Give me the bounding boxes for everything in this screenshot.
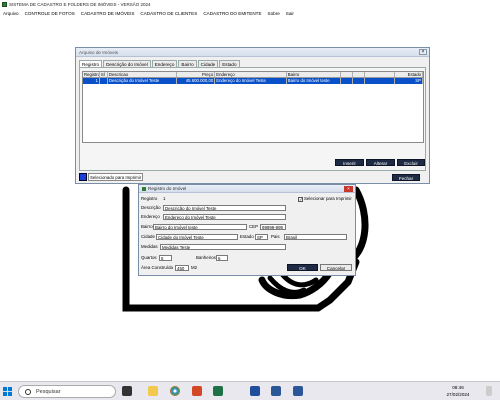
- area-unit-label: M2: [191, 265, 198, 270]
- banheiros-label: Banheiros: [196, 255, 216, 260]
- fechar-button[interactable]: Fechar: [392, 174, 420, 181]
- clock-date: 27/02/2024: [446, 392, 470, 397]
- col-extra-1[interactable]: [341, 72, 354, 77]
- registro-value: 1: [163, 196, 166, 201]
- estado-label: Estado: [240, 234, 254, 239]
- dialog-title: Registro do Imóvel: [148, 186, 187, 191]
- cell-preco: 45.600.000,00: [177, 78, 216, 84]
- selecionar-imprimir-label[interactable]: Selecionar para Imprimir: [304, 196, 352, 202]
- excluir-button[interactable]: Excluir: [397, 159, 425, 166]
- quartos-field[interactable]: 5: [159, 255, 172, 261]
- cidade-label: Cidade: [141, 234, 155, 239]
- selected-color-swatch: [79, 173, 87, 181]
- word-icon[interactable]: [293, 386, 303, 396]
- window-close-button[interactable]: ×: [419, 49, 427, 55]
- task-view-icon[interactable]: [122, 386, 132, 396]
- col-descricao[interactable]: Descricao: [108, 72, 178, 77]
- descricao-label: Descrição: [141, 205, 161, 210]
- selected-legend-label: Selecionado para Imprimir: [88, 173, 144, 181]
- pais-field[interactable]: Brasil: [284, 234, 347, 240]
- search-icon: [25, 389, 31, 395]
- col-preco[interactable]: Preço: [177, 72, 216, 77]
- banheiros-field[interactable]: 6: [216, 255, 228, 261]
- cancel-button[interactable]: Cancelar: [320, 264, 352, 271]
- registro-label: Registro: [141, 196, 158, 201]
- dialog-titlebar[interactable]: Registro do Imóvel: [139, 185, 355, 193]
- ok-button[interactable]: OK: [287, 264, 318, 271]
- bairro-label: Bairro: [141, 224, 153, 229]
- medidas-field[interactable]: Medidas Teste: [160, 244, 286, 250]
- alterar-button[interactable]: Alterar: [366, 159, 395, 166]
- cell-extra-3: [365, 78, 396, 84]
- imoveis-grid[interactable]: Registro Sl Descricao Preço Endereço Bai…: [82, 71, 424, 143]
- powerpoint-icon[interactable]: [192, 386, 202, 396]
- col-extra-2[interactable]: [353, 72, 366, 77]
- descricao-field[interactable]: Descrição do Imóvel Teste: [163, 205, 286, 211]
- clock-time: 08:46: [452, 385, 464, 390]
- taskbar-search-box[interactable]: Pesquisar: [18, 385, 116, 398]
- arquivo-imoveis-window: Arquivo de Imóveis × Registro Descrição …: [75, 47, 430, 184]
- area-construida-label: Área Construída: [141, 265, 173, 270]
- chrome-icon[interactable]: [170, 386, 180, 396]
- tab-panel: Registro Sl Descricao Preço Endereço Bai…: [79, 67, 426, 171]
- dialog-close-button[interactable]: ×: [344, 186, 353, 192]
- windows-start-icon[interactable]: [3, 387, 12, 396]
- bairro-field[interactable]: Bairro do Imóvel teste: [153, 224, 247, 230]
- col-sl[interactable]: Sl: [100, 72, 108, 77]
- taskbar: Pesquisar 08:46 27/02/2024: [0, 381, 500, 400]
- cell-extra-1: [341, 78, 354, 84]
- search-placeholder: Pesquisar: [36, 389, 61, 395]
- quartos-label: Quartos: [141, 255, 157, 260]
- cep-label: CEP: [249, 224, 259, 229]
- dialog-app-icon: [142, 186, 146, 191]
- cell-descricao: Descrição do Imóvel Teste: [108, 78, 178, 84]
- col-bairro[interactable]: Bairro: [287, 72, 342, 77]
- notifications-icon[interactable]: [486, 386, 492, 396]
- cell-estado: SP: [395, 78, 423, 84]
- excel-icon[interactable]: [213, 386, 223, 396]
- selecionar-imprimir-checkbox[interactable]: ✓: [298, 197, 303, 202]
- system-clock[interactable]: 08:46 27/02/2024: [438, 384, 478, 398]
- window-titlebar[interactable]: Arquivo de Imóveis: [76, 48, 429, 57]
- table-row[interactable]: 1 Descrição do Imóvel Teste 45.600.000,0…: [83, 78, 423, 84]
- estado-field[interactable]: SP: [255, 234, 268, 240]
- registro-imovel-dialog: Registro do Imóvel × Registro 1 ✓ Seleci…: [138, 184, 356, 276]
- app-icon[interactable]: [271, 386, 281, 396]
- cell-extra-2: [353, 78, 366, 84]
- window-title: Arquivo de Imóveis: [79, 49, 119, 55]
- cell-bairro: Bairro do Imóvel teste: [287, 78, 342, 84]
- col-extra-3[interactable]: [365, 72, 396, 77]
- cidade-field[interactable]: Cidade do Imóvel Teste: [156, 234, 238, 240]
- file-explorer-icon[interactable]: [148, 386, 158, 396]
- cell-endereco: Endereço do Imóvel Teste: [215, 78, 287, 84]
- medidas-label: Medidas: [141, 244, 158, 249]
- col-estado[interactable]: Estado: [395, 72, 423, 77]
- col-endereco[interactable]: Endereço: [215, 72, 287, 77]
- col-registro[interactable]: Registro: [83, 72, 100, 77]
- endereco-label: Endereço: [141, 214, 160, 219]
- area-construida-field[interactable]: 450: [175, 265, 189, 271]
- app-folder-icon[interactable]: [250, 386, 260, 396]
- cep-field[interactable]: 99999-999: [260, 224, 286, 230]
- inserir-button[interactable]: Inserir: [335, 159, 364, 166]
- endereco-field[interactable]: Endereço do Imóvel Teste: [163, 214, 286, 220]
- cell-registro: 1: [83, 78, 100, 84]
- cell-sl: [100, 78, 108, 84]
- pais-label: Pais: [271, 234, 280, 239]
